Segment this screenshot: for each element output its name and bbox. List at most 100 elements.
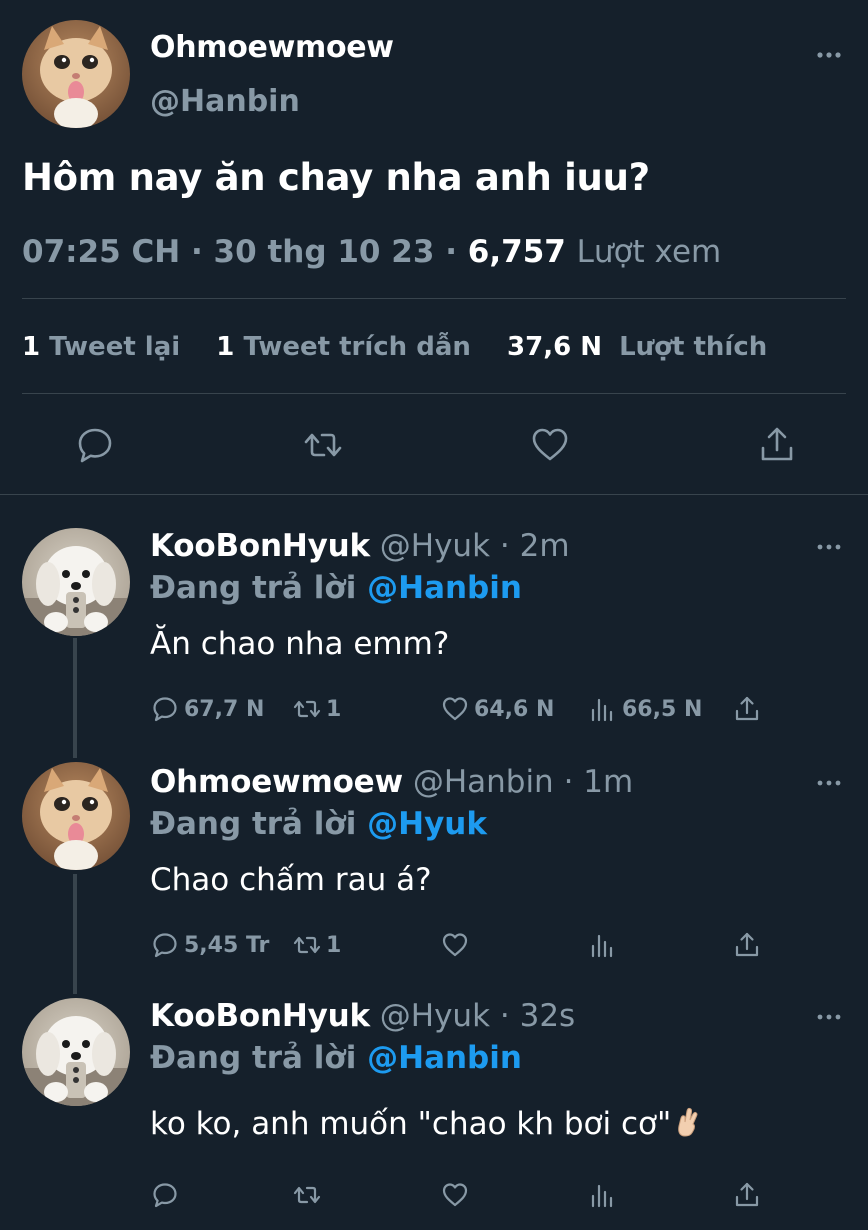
share-icon[interactable]: [756, 424, 798, 466]
tweet-time[interactable]: 07:25 CH: [22, 234, 180, 270]
like-button[interactable]: [440, 928, 474, 962]
views-button[interactable]: [588, 928, 622, 962]
reply-time[interactable]: · 1m: [564, 764, 634, 800]
retweet-button[interactable]: 1: [292, 928, 341, 962]
reply-action-bar: 67,7 N 1 64,6 N 66,5 N: [0, 692, 868, 726]
retweet-icon: [293, 700, 321, 718]
retweet-icon: [293, 1186, 321, 1204]
view-count: 66,5 N: [622, 696, 703, 722]
meta-separator: ·: [190, 234, 203, 270]
like-icon: [442, 697, 468, 721]
avatar[interactable]: [22, 20, 130, 128]
reply-text: Chao chấm rau á?: [150, 862, 432, 898]
engagement-stats: 1 Tweet lại 1 Tweet trích dẫn 37,6 N Lượ…: [22, 332, 767, 362]
replying-label: Đang trả lời: [150, 570, 357, 606]
retweets-stat[interactable]: 1 Tweet lại: [22, 332, 180, 362]
author-handle[interactable]: @Hyuk: [380, 528, 490, 564]
mention-link[interactable]: @Hanbin: [367, 1040, 522, 1076]
retweets-label: Tweet lại: [49, 332, 181, 362]
reply-header: KooBonHyuk @Hyuk · 32s: [150, 998, 575, 1034]
likes-stat[interactable]: 37,6 N Lượt thích: [507, 332, 767, 362]
reply-text-row: ko ko, anh muốn "chao kh bơi cơ": [150, 1106, 703, 1146]
replying-label: Đang trả lời: [150, 806, 357, 842]
replying-label: Đang trả lời: [150, 1040, 357, 1076]
like-button[interactable]: [440, 1178, 474, 1212]
meta-separator: ·: [445, 234, 457, 270]
like-icon: [442, 933, 468, 957]
share-button[interactable]: [732, 692, 762, 726]
reply-button[interactable]: [150, 1178, 184, 1212]
reply-action-bar: 5,45 Tr 1: [0, 928, 868, 962]
author-name[interactable]: KooBonHyuk: [150, 528, 370, 564]
reply-time[interactable]: · 2m: [500, 528, 570, 564]
more-options-icon[interactable]: [816, 50, 842, 60]
reply-button[interactable]: 67,7 N: [150, 692, 264, 726]
like-button[interactable]: 64,6 N: [440, 692, 554, 726]
avatar[interactable]: [22, 998, 130, 1106]
share-icon: [735, 1182, 759, 1207]
reply-icon: [153, 697, 177, 722]
reply-text: Ăn chao nha emm?: [150, 626, 450, 662]
quotes-label: Tweet trích dẫn: [243, 332, 471, 362]
reply-icon: [153, 1183, 177, 1208]
reply-icon[interactable]: [74, 424, 116, 466]
retweet-button[interactable]: 1: [292, 692, 341, 726]
author-name[interactable]: Ohmoewmoew: [150, 764, 403, 800]
like-count: 64,6 N: [474, 696, 555, 722]
share-icon: [735, 696, 759, 721]
replying-to: Đang trả lời @Hanbin: [150, 1040, 522, 1076]
avatar[interactable]: [22, 528, 130, 636]
reply-icon: [153, 933, 177, 958]
quotes-count: 1: [216, 332, 235, 362]
share-icon: [735, 932, 759, 957]
quotes-stat[interactable]: 1 Tweet trích dẫn: [216, 332, 471, 362]
divider: [22, 393, 846, 394]
likes-count: 37,6 N: [507, 332, 602, 362]
retweet-button[interactable]: [292, 1178, 326, 1212]
divider: [0, 494, 868, 495]
dog-avatar-image: [22, 998, 130, 1106]
dog-avatar-image: [22, 528, 130, 636]
reply-header: Ohmoewmoew @Hanbin · 1m: [150, 764, 633, 800]
views-button[interactable]: [588, 1178, 622, 1212]
mention-link[interactable]: @Hanbin: [367, 570, 522, 606]
author-name[interactable]: Ohmoewmoew: [150, 30, 394, 65]
views-button[interactable]: 66,5 N: [588, 692, 702, 726]
cat-avatar-image: [22, 20, 130, 128]
more-options-icon[interactable]: [816, 1012, 842, 1022]
views-count[interactable]: 6,757: [468, 234, 566, 270]
reply-text: ko ko, anh muốn "chao kh bơi cơ": [150, 1106, 672, 1142]
cat-avatar-image: [22, 762, 130, 870]
author-handle[interactable]: @Hyuk: [380, 998, 490, 1034]
like-icon[interactable]: [529, 424, 571, 466]
author-handle[interactable]: @Hanbin: [413, 764, 554, 800]
share-button[interactable]: [732, 928, 762, 962]
crossed-fingers-emoji-icon: [673, 1106, 703, 1146]
retweet-count: 1: [326, 696, 342, 722]
divider: [22, 298, 846, 299]
tweet-action-bar: [0, 424, 868, 466]
author-handle[interactable]: @Hanbin: [150, 84, 300, 119]
reply-time[interactable]: · 32s: [500, 998, 575, 1034]
more-options-icon[interactable]: [816, 542, 842, 552]
reply-button[interactable]: 5,45 Tr: [150, 928, 269, 962]
reply-header: KooBonHyuk @Hyuk · 2m: [150, 528, 570, 564]
analytics-icon: [591, 1184, 613, 1208]
tweet-date[interactable]: 30 thg 10 23: [214, 234, 435, 270]
reply-action-bar: [0, 1178, 868, 1212]
avatar[interactable]: [22, 762, 130, 870]
mention-link[interactable]: @Hyuk: [367, 806, 487, 842]
retweet-icon[interactable]: [302, 424, 344, 466]
analytics-icon: [591, 934, 613, 958]
like-icon: [442, 1183, 468, 1207]
more-options-icon[interactable]: [816, 778, 842, 788]
retweets-count: 1: [22, 332, 41, 362]
replying-to: Đang trả lời @Hyuk: [150, 806, 487, 842]
replying-to: Đang trả lời @Hanbin: [150, 570, 522, 606]
author-name[interactable]: KooBonHyuk: [150, 998, 370, 1034]
tweet-meta: 07:25 CH · 30 thg 10 23 · 6,757 Lượt xem: [22, 234, 721, 270]
analytics-icon: [591, 698, 613, 722]
reply-count: 67,7 N: [184, 696, 265, 722]
reply-count: 5,45 Tr: [184, 932, 270, 958]
share-button[interactable]: [732, 1178, 762, 1212]
